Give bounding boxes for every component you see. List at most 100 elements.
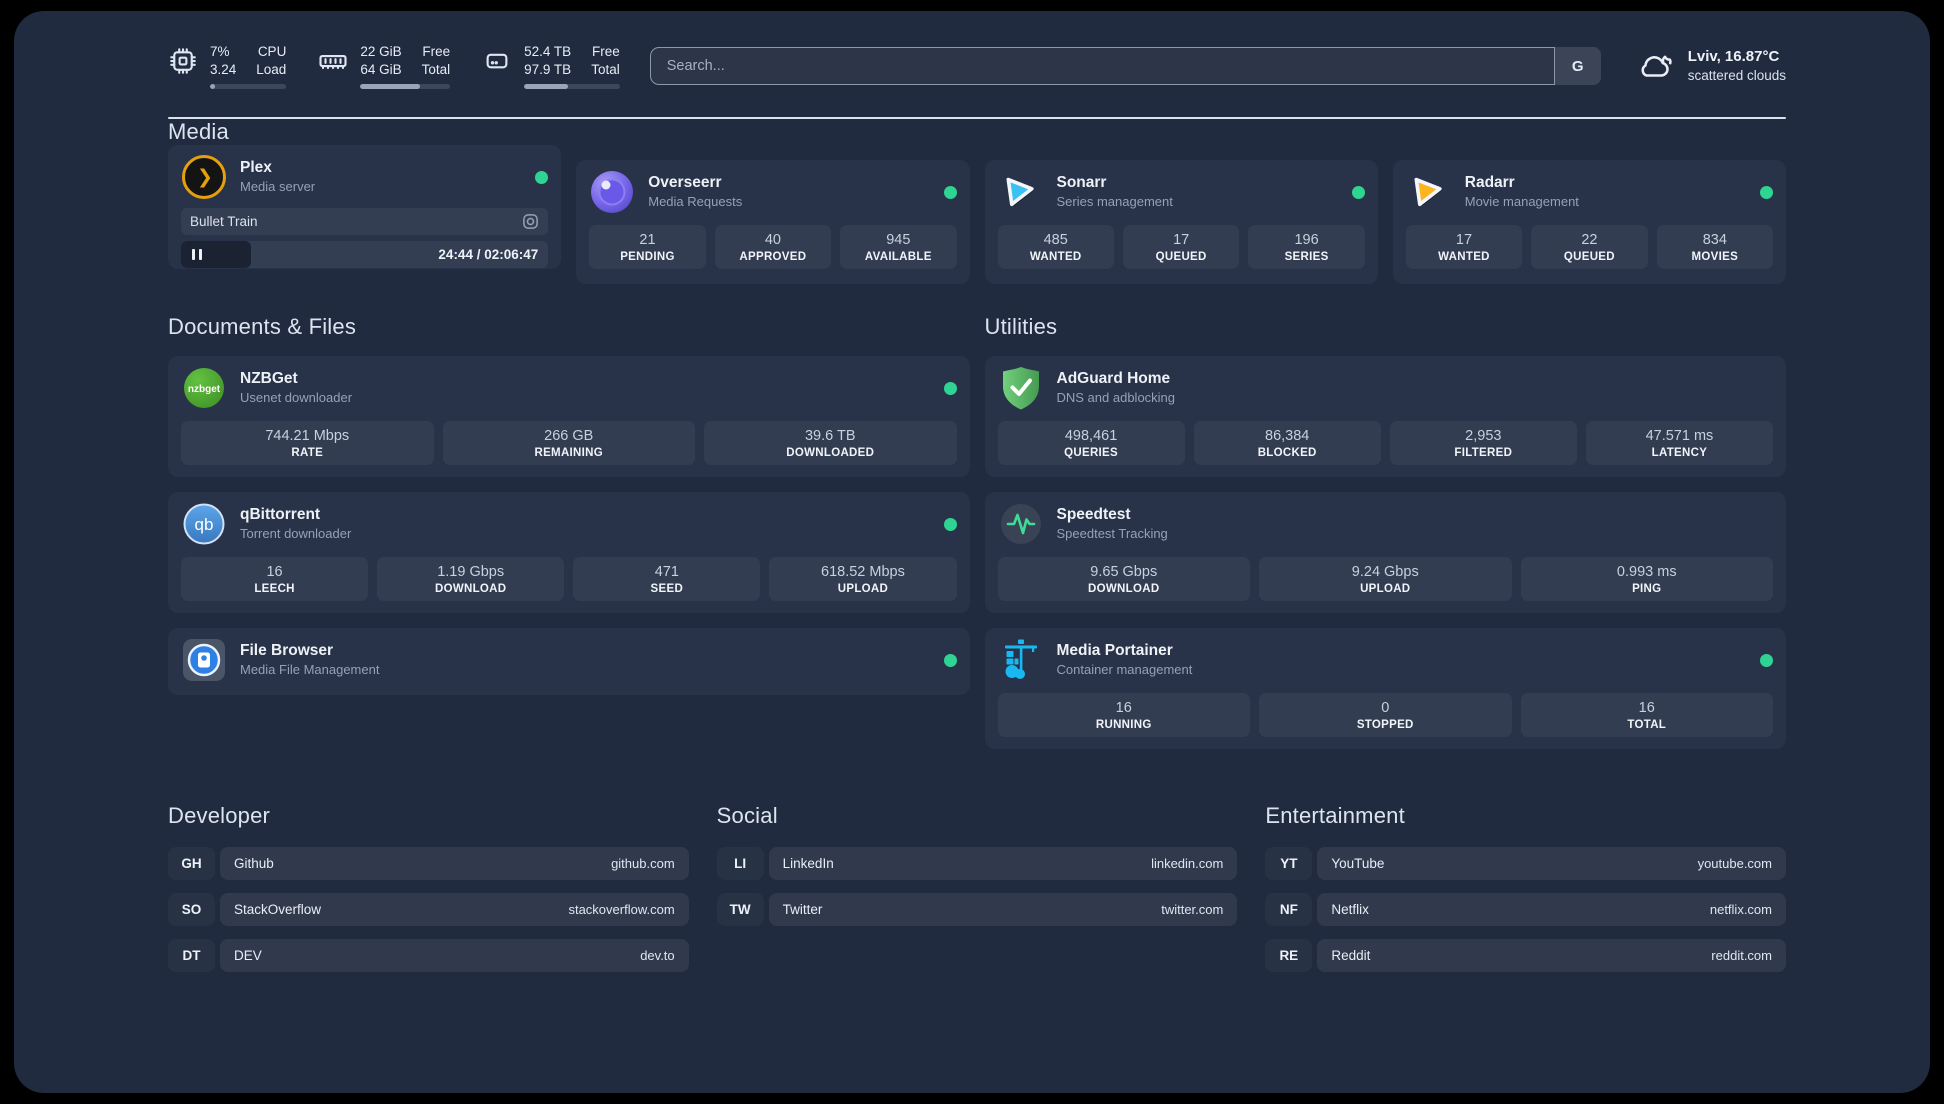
speedtest-icon: [1000, 504, 1041, 544]
card-subtitle: Media Requests: [648, 194, 743, 210]
card-title: AdGuard Home: [1056, 369, 1171, 387]
section-heading-utilities: Utilities: [984, 314, 1058, 339]
adguard-icon: [1002, 367, 1039, 410]
bookmark-twitter[interactable]: TW Twitter twitter.com: [717, 893, 1238, 926]
status-dot: [1351, 185, 1365, 199]
stat-filtered: 2,953 FILTERED: [1389, 421, 1577, 465]
status-dot: [943, 517, 957, 531]
weather-condition: scattered clouds: [1687, 68, 1786, 84]
card-subtitle: Torrent downloader: [240, 526, 352, 542]
bookmark-netflix[interactable]: NF Netflix netflix.com: [1265, 893, 1786, 926]
section-heading-media: Media: [168, 119, 229, 144]
card-adguard[interactable]: AdGuard Home DNS and adblocking 498,461 …: [984, 356, 1786, 477]
media-card-row: ❯ Plex Media server Bullet Train 24:44 /…: [168, 145, 1786, 284]
bookmark-reddit[interactable]: RE Reddit reddit.com: [1265, 939, 1786, 972]
card-overseerr[interactable]: Overseerr Media Requests 21 PENDING 40 A…: [576, 160, 970, 284]
stat-downloaded: 39.6 TB DOWNLOADED: [704, 421, 957, 465]
qbittorrent-icon: qb: [183, 503, 225, 545]
card-nzbget[interactable]: nzbget NZBGet Usenet downloader 744.21 M…: [168, 356, 970, 477]
bookmark-group-social: Social LI LinkedIn linkedin.com TW Twitt…: [717, 803, 1238, 985]
cpu-icon: [170, 47, 196, 74]
card-subtitle: Usenet downloader: [240, 390, 353, 406]
overseerr-icon: [591, 171, 634, 213]
pause-icon[interactable]: [192, 249, 202, 260]
search-provider-button[interactable]: G: [1553, 47, 1601, 85]
stat-ping: 0.993 ms PING: [1520, 557, 1773, 601]
weather-widget[interactable]: Lviv, 16.87°C scattered clouds: [1637, 46, 1786, 86]
card-radarr[interactable]: Radarr Movie management 17 WANTED 22 QUE…: [1392, 160, 1786, 284]
stat-total: 16 TOTAL: [1520, 693, 1773, 737]
cpu-progress-bar: [210, 84, 287, 90]
sonarr-icon: [1005, 177, 1034, 207]
disk-free-value: 52.4 TB: [524, 43, 572, 59]
card-title: Media Portainer: [1056, 641, 1173, 659]
card-subtitle: Movie management: [1464, 194, 1579, 210]
status-dot: [535, 170, 549, 184]
section-heading-documents: Documents & Files: [168, 314, 357, 339]
stat-download: 1.19 Gbps DOWNLOAD: [377, 557, 565, 601]
bookmark-dev[interactable]: DT DEV dev.to: [168, 939, 689, 972]
stat-seed: 471 SEED: [573, 557, 761, 601]
cpu-load-label: Load: [256, 62, 287, 77]
card-qbittorrent[interactable]: qb qBittorrent Torrent downloader 16 LEE…: [168, 492, 970, 613]
bookmark-stackoverflow[interactable]: SO StackOverflow stackoverflow.com: [168, 893, 689, 926]
filebrowser-icon: [183, 639, 225, 681]
card-subtitle: Media server: [240, 179, 316, 195]
video-camera-icon: [522, 213, 539, 230]
radarr-icon: [1414, 177, 1442, 207]
nzbget-icon: nzbget: [184, 368, 224, 408]
stat-blocked: 86,384 BLOCKED: [1193, 421, 1381, 465]
memory-widget: 22 GiB 64 GiB Free Total: [318, 43, 451, 90]
status-dot: [1760, 185, 1773, 199]
status-dot: [943, 185, 957, 199]
svg-text:qb: qb: [195, 515, 214, 534]
card-sonarr[interactable]: Sonarr Series management 485 WANTED 17 Q…: [984, 160, 1378, 284]
section-heading-developer: Developer: [168, 803, 271, 828]
bookmark-github[interactable]: GH Github github.com: [168, 847, 689, 880]
stat-pending: 21 PENDING: [589, 225, 706, 269]
documents-column: Documents & Files nzbget NZBGet Usenet d…: [168, 314, 970, 749]
stat-download: 9.65 Gbps DOWNLOAD: [997, 557, 1250, 601]
stat-running: 16 RUNNING: [997, 693, 1250, 737]
card-title: qBittorrent: [240, 505, 321, 523]
card-subtitle: Container management: [1056, 662, 1193, 678]
cpu-widget: 7% 3.24 CPU Load: [168, 43, 287, 90]
bookmark-youtube[interactable]: YT YouTube youtube.com: [1265, 847, 1786, 880]
memory-free-label: Free: [422, 43, 451, 59]
disk-total-label: Total: [591, 62, 620, 77]
svg-text:nzbget: nzbget: [188, 384, 221, 395]
portainer-icon: [1004, 639, 1037, 679]
stat-queued: 22 QUEUED: [1531, 225, 1648, 269]
stat-series: 196 SERIES: [1248, 225, 1365, 269]
card-title: NZBGet: [240, 369, 298, 387]
stat-latency: 47.571 ms LATENCY: [1585, 421, 1773, 465]
bookmark-linkedin[interactable]: LI LinkedIn linkedin.com: [717, 847, 1238, 880]
memory-total-value: 64 GiB: [360, 62, 402, 77]
search-input[interactable]: [649, 47, 1601, 85]
memory-total-label: Total: [421, 62, 451, 77]
resource-widgets: 7% 3.24 CPU Load 22 GiB 64 GiB Free Tota…: [168, 43, 620, 90]
playback-time: 24:44 / 02:06:47: [438, 247, 539, 262]
disk-free-label: Free: [591, 43, 620, 59]
stat-wanted: 485 WANTED: [997, 225, 1114, 269]
card-filebrowser[interactable]: File Browser Media File Management: [168, 628, 970, 695]
card-title: File Browser: [240, 641, 334, 659]
ram-icon: [319, 54, 347, 69]
card-plex[interactable]: ❯ Plex Media server Bullet Train 24:44 /…: [168, 145, 562, 269]
dashboard-page: 7% 3.24 CPU Load 22 GiB 64 GiB Free Tota…: [14, 11, 1930, 1093]
card-subtitle: Media File Management: [240, 662, 380, 678]
bookmarks-section: Developer GH Github github.com SO StackO…: [168, 803, 1786, 985]
card-title: Overseerr: [648, 173, 722, 191]
card-speedtest[interactable]: Speedtest Speedtest Tracking 9.65 Gbps D…: [984, 492, 1786, 613]
plex-icon: ❯: [182, 155, 226, 199]
card-portainer[interactable]: Media Portainer Container management 16 …: [984, 628, 1786, 749]
status-dot: [1760, 653, 1773, 667]
disk-total-value: 97.9 TB: [524, 62, 572, 77]
memory-free-value: 22 GiB: [360, 43, 402, 59]
weather-location-temp: Lviv, 16.87°C: [1687, 48, 1780, 66]
cpu-load-value: 3.24: [210, 62, 237, 77]
status-dot: [943, 381, 957, 395]
memory-progress-bar: [360, 84, 451, 90]
card-title: Radarr: [1464, 173, 1515, 191]
card-title: Sonarr: [1056, 173, 1107, 191]
